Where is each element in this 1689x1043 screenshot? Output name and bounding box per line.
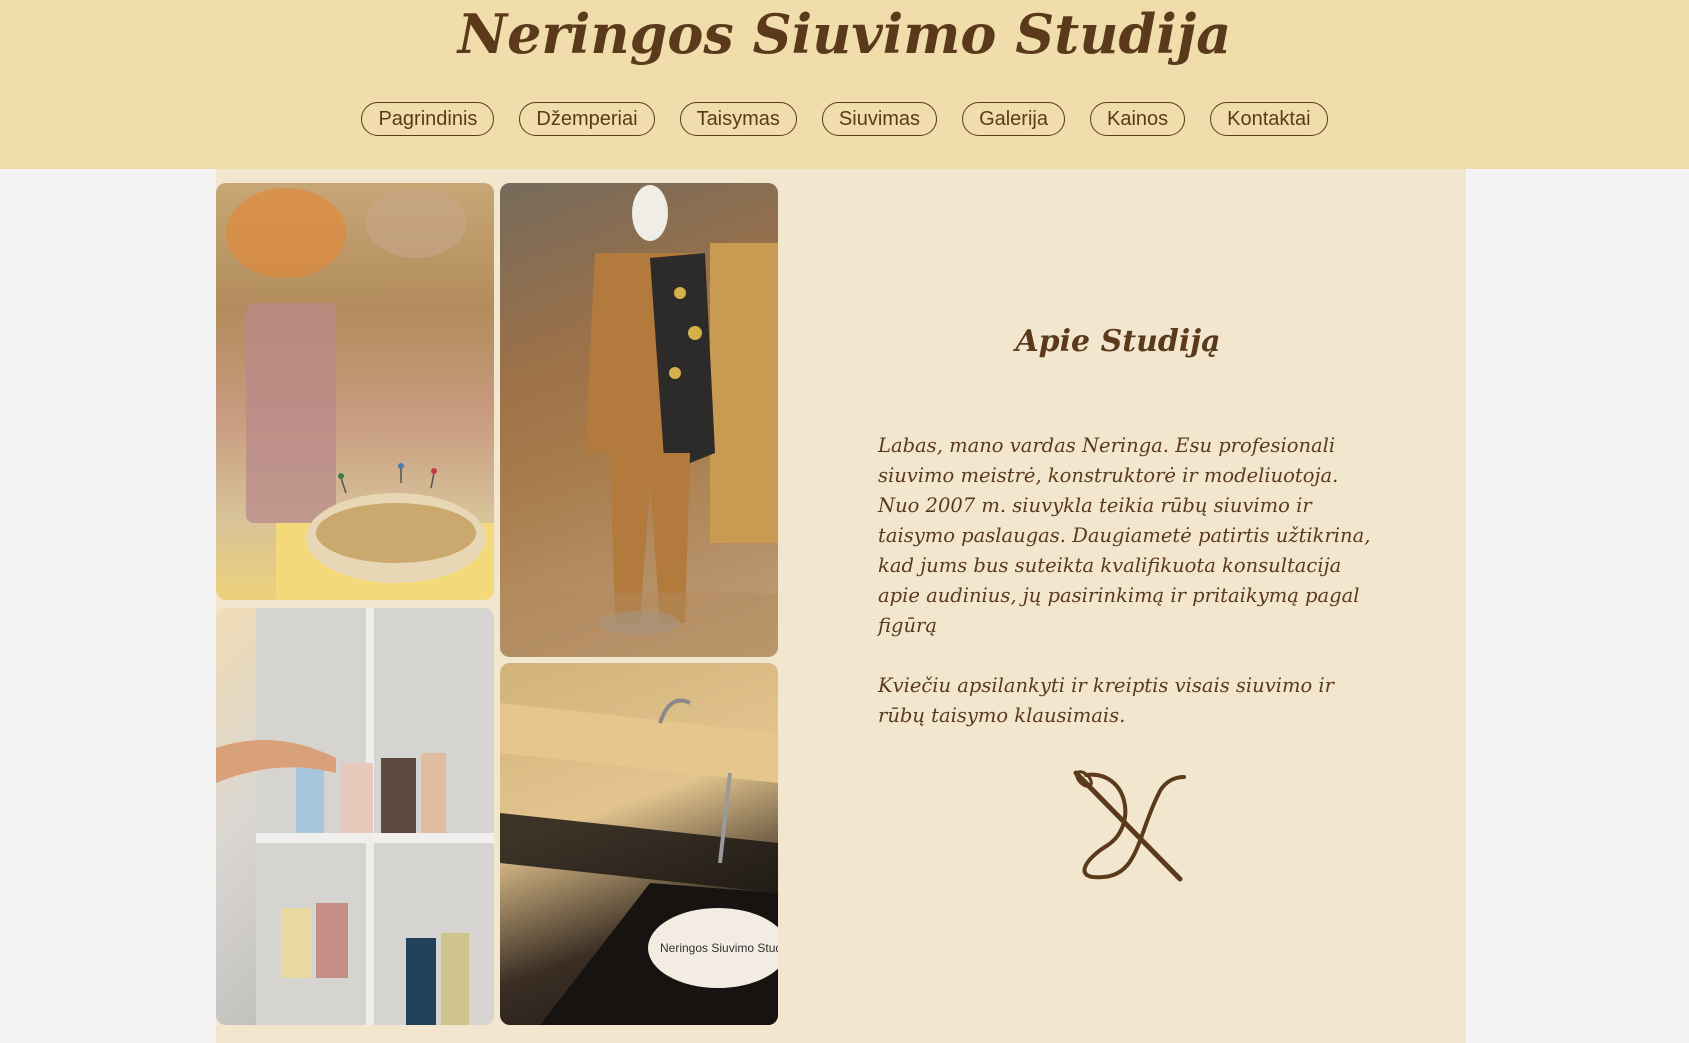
nav-item-siuvimas[interactable]: Siuvimas: [821, 102, 938, 136]
pincushion-illustration: [226, 188, 494, 600]
site-header: Neringos Siuvimo Studija Pagrindinis Dže…: [0, 0, 1689, 169]
main-nav: Pagrindinis Džemperiai Taisymas Siuvimas…: [0, 102, 1689, 136]
mannequin-illustration: [500, 183, 778, 657]
nav-item-taisymas[interactable]: Taisymas: [679, 102, 797, 136]
photo-thread-shelf: [216, 608, 494, 1025]
photo-hangers: Neringos Siuvimo Stud: [500, 663, 778, 1025]
nav-item-dzemperiai[interactable]: Džemperiai: [519, 102, 655, 136]
about-paragraph-2: Kviečiu apsilankyti ir kreiptis visais s…: [878, 674, 1334, 727]
site-title[interactable]: Neringos Siuvimo Studija: [0, 2, 1689, 66]
thread-shelf-illustration: [216, 608, 494, 1025]
photo-pincushion: [216, 183, 494, 600]
needle-thread-icon: [1068, 765, 1188, 885]
nav-item-pagrindinis[interactable]: Pagrindinis: [361, 102, 495, 136]
main-content: Neringos Siuvimo Stud Apie Studiją Labas…: [216, 169, 1466, 1043]
nav-item-galerija[interactable]: Galerija: [962, 102, 1065, 136]
photo-mannequin-suit: [500, 183, 778, 657]
about-title: Apie Studiją: [1015, 324, 1221, 359]
about-text: Labas, mano vardas Neringa. Esu profesio…: [878, 431, 1378, 761]
about-paragraph-1: Labas, mano vardas Neringa. Esu profesio…: [878, 434, 1371, 637]
hanger-brand-tag: Neringos Siuvimo Stud: [648, 908, 778, 988]
nav-item-kainos[interactable]: Kainos: [1089, 102, 1186, 136]
nav-item-kontaktai[interactable]: Kontaktai: [1210, 102, 1328, 136]
